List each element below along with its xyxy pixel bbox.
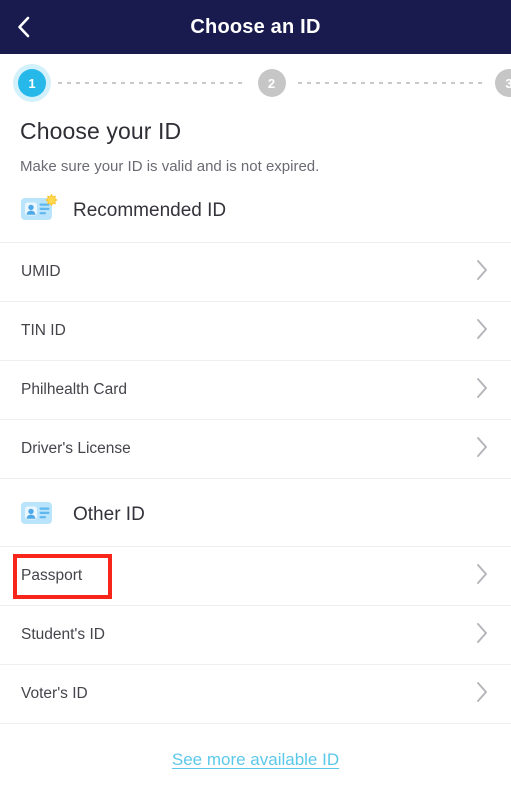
id-row-label: TIN ID [21, 322, 66, 339]
see-more-available-id-link[interactable]: See more available ID [172, 750, 339, 769]
id-row-label: Driver's License [21, 440, 131, 457]
stepper-step-2-number: 2 [267, 75, 276, 91]
section-header-other: Other ID [0, 479, 511, 546]
id-row-label: Voter's ID [21, 685, 88, 702]
stepper-connector-2 [297, 82, 485, 84]
choose-an-id-screen: Choose an ID 1 2 3 Choose your ID Make s… [0, 0, 511, 800]
id-row-passport[interactable]: Passport [0, 547, 511, 606]
id-list-recommended: UMID TIN ID Philhealth Card Driver's Lic… [0, 242, 511, 479]
page-title-header: Choose an ID [190, 15, 321, 38]
section-label-recommended: Recommended ID [73, 199, 227, 221]
id-row-label: Student's ID [21, 626, 105, 643]
id-row-drivers-license[interactable]: Driver's License [0, 420, 511, 479]
stepper-step-3[interactable]: 3 [495, 69, 511, 97]
chevron-right-icon [475, 681, 489, 708]
id-row-umid[interactable]: UMID [0, 243, 511, 302]
progress-stepper: 1 2 3 [0, 54, 511, 112]
id-list-other: Passport Student's ID Voter's ID [0, 546, 511, 724]
stepper-step-3-wrapper: 3 [495, 69, 511, 97]
page-subtitle: Make sure your ID is valid and is not ex… [20, 158, 320, 175]
id-row-label: Philhealth Card [21, 381, 127, 398]
chevron-right-icon [475, 377, 489, 404]
chevron-right-icon [475, 622, 489, 649]
id-card-icon [20, 497, 60, 532]
section-header-recommended: Recommended ID [0, 175, 511, 242]
stepper-step-1-number: 1 [28, 75, 36, 91]
id-row-label: UMID [21, 263, 61, 280]
id-row-label: Passport [21, 567, 83, 584]
id-row-voters-id[interactable]: Voter's ID [0, 665, 511, 724]
id-row-philhealth-card[interactable]: Philhealth Card [0, 361, 511, 420]
stepper-connector-1 [58, 82, 246, 84]
page-title: Choose your ID [20, 118, 182, 144]
app-header: Choose an ID [0, 0, 511, 54]
id-row-students-id[interactable]: Student's ID [0, 606, 511, 665]
section-label-other: Other ID [73, 503, 145, 525]
back-button[interactable] [14, 0, 56, 54]
id-row-tin-id[interactable]: TIN ID [0, 302, 511, 361]
chevron-right-icon [475, 563, 489, 590]
chevron-right-icon [475, 318, 489, 345]
id-card-star-icon [20, 193, 60, 228]
chevron-right-icon [475, 259, 489, 286]
stepper-step-3-number: 3 [505, 75, 511, 91]
chevron-right-icon [475, 436, 489, 463]
stepper-step-1[interactable]: 1 [18, 69, 46, 97]
chevron-left-icon [14, 15, 34, 39]
footer: See more available ID [0, 724, 511, 770]
stepper-step-2[interactable]: 2 [257, 69, 286, 97]
